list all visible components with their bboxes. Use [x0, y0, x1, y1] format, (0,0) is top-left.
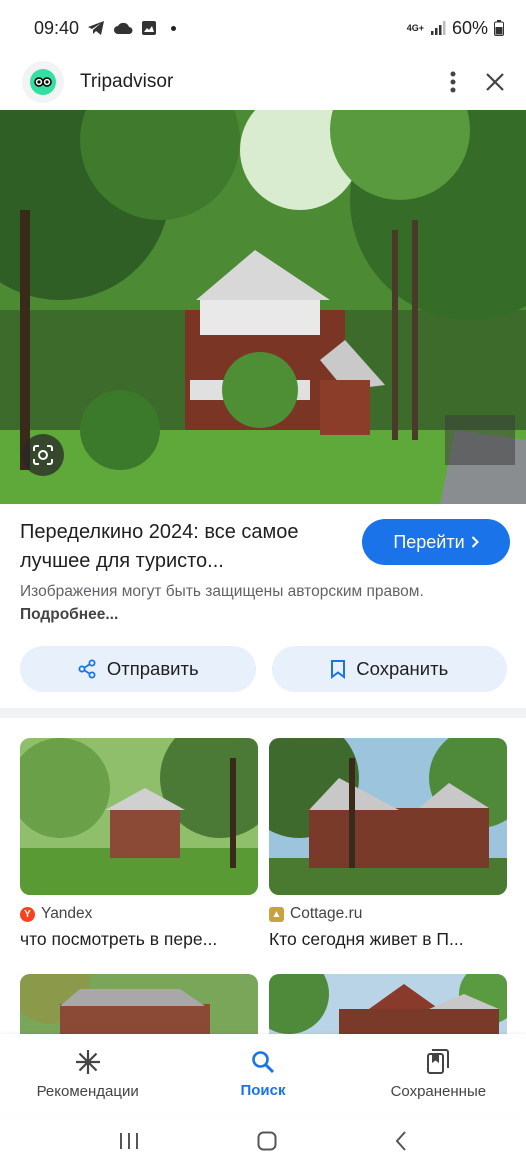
cloud-icon — [114, 22, 133, 34]
result-title[interactable]: Переделкино 2024: все самое лучшее для т… — [20, 518, 340, 576]
copyright-notice: Изображения могут быть защищены авторски… — [20, 580, 440, 626]
share-icon — [78, 659, 96, 679]
back-icon[interactable] — [395, 1131, 407, 1151]
status-bar: 09:40 4G+ 60% — [0, 0, 526, 56]
recent-apps-icon[interactable] — [119, 1132, 139, 1150]
action-row: Отправить Сохранить — [20, 646, 507, 692]
save-button[interactable]: Сохранить — [271, 646, 507, 692]
go-button[interactable]: Перейти — [362, 519, 510, 565]
nav-recommendations[interactable]: Рекомендации — [0, 1034, 175, 1114]
cottage-icon: ▲ — [269, 906, 284, 922]
notification-dot-icon — [171, 25, 177, 31]
share-label: Отправить — [106, 658, 199, 679]
bookmark-icon — [331, 660, 346, 679]
nav-recommendations-label: Рекомендации — [36, 1082, 139, 1100]
bottom-navigation: Рекомендации Поиск Сохраненные — [0, 1034, 526, 1114]
site-name: Tripadvisor — [80, 71, 174, 92]
chevron-right-icon — [471, 536, 479, 548]
signal-icon — [430, 21, 446, 35]
app-header: Tripadvisor — [0, 56, 526, 108]
asterisk-icon — [75, 1049, 100, 1074]
tripadvisor-logo — [22, 61, 64, 103]
save-label: Сохранить — [356, 658, 449, 679]
lens-search-button[interactable] — [22, 434, 64, 476]
copyright-text: Изображения могут быть защищены авторски… — [20, 583, 424, 600]
related-caption[interactable]: что посмотреть в пере... — [20, 929, 258, 950]
lens-icon — [33, 445, 53, 465]
collections-bookmark-icon — [427, 1048, 450, 1074]
owl-icon — [34, 77, 52, 87]
go-button-label: Перейти — [393, 531, 465, 552]
source-name: Cottage.ru — [290, 905, 363, 922]
related-thumbnail[interactable] — [269, 738, 507, 895]
related-source: ▲ Cottage.ru — [269, 905, 507, 923]
battery-icon — [494, 20, 504, 36]
yandex-icon: Y — [20, 906, 35, 922]
nav-search-label: Поиск — [240, 1081, 286, 1099]
network-type: 4G+ — [406, 22, 424, 33]
battery-percent: 60% — [451, 17, 488, 38]
result-title-row: Переделкино 2024: все самое лучшее для т… — [20, 518, 510, 576]
nav-search[interactable]: Поиск — [175, 1034, 350, 1114]
home-icon[interactable] — [257, 1131, 277, 1151]
gallery-icon — [142, 21, 157, 35]
nav-saved[interactable]: Сохраненные — [351, 1034, 526, 1114]
related-card[interactable]: Y Yandex что посмотреть в пере... — [20, 738, 258, 950]
more-vert-icon[interactable] — [450, 71, 456, 93]
related-source: Y Yandex — [20, 905, 258, 923]
hero-image[interactable] — [0, 110, 526, 504]
related-card[interactable]: ▲ Cottage.ru Кто сегодня живет в П... — [269, 738, 507, 950]
nav-saved-label: Сохраненные — [390, 1082, 487, 1100]
close-icon[interactable] — [486, 73, 504, 91]
share-button[interactable]: Отправить — [20, 646, 256, 692]
clock: 09:40 — [34, 17, 80, 38]
source-name: Yandex — [41, 905, 93, 922]
system-navigation — [0, 1114, 526, 1168]
related-thumbnail[interactable] — [20, 738, 258, 895]
section-divider — [0, 708, 526, 718]
telegram-icon — [88, 21, 105, 35]
learn-more-link[interactable]: Подробнее... — [20, 606, 118, 623]
search-icon — [252, 1050, 275, 1073]
related-caption[interactable]: Кто сегодня живет в П... — [269, 929, 507, 950]
